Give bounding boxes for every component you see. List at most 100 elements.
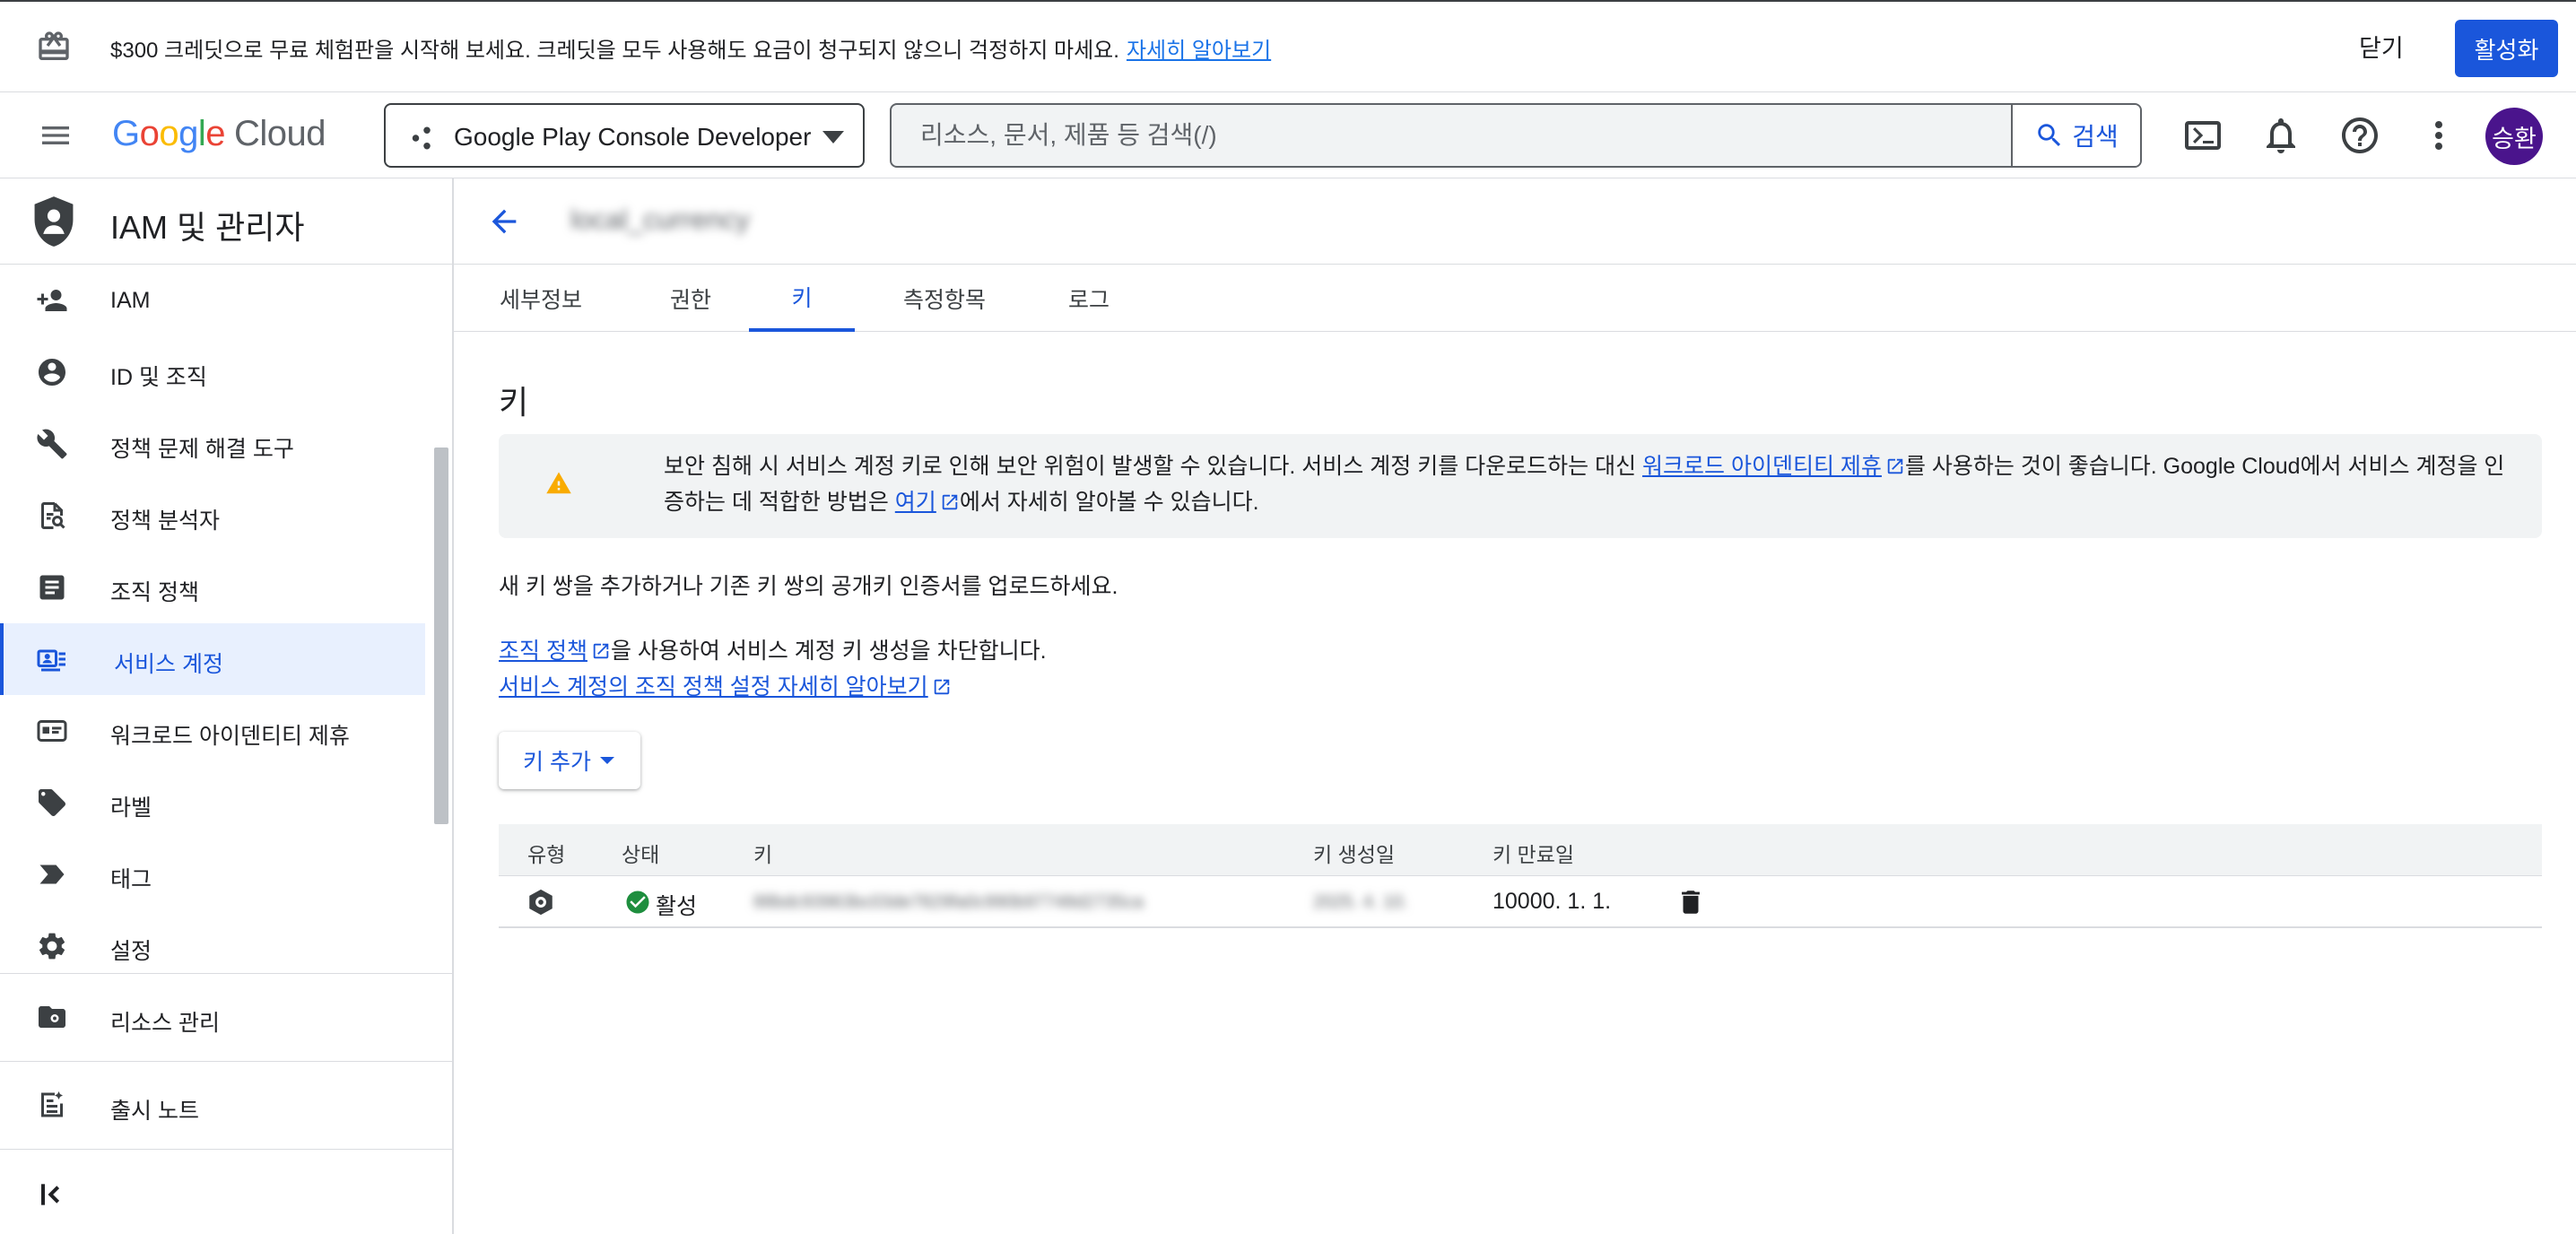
tab-logs[interactable]: 로그 — [1064, 265, 1114, 332]
caret-down-icon — [599, 757, 614, 764]
column-header-type: 유형 — [527, 843, 566, 866]
sidebar-item-settings[interactable]: 설정 — [0, 910, 425, 973]
person-add-icon — [37, 290, 67, 311]
search-icon — [2038, 124, 2061, 147]
notifications-bell-icon[interactable] — [2259, 114, 2302, 157]
sidebar-item-identity[interactable]: ID 및 조직 — [0, 336, 425, 408]
promo-message: $300 크레딧으로 무료 체험판을 시작해 보세요. 크레딧을 모두 사용해도… — [110, 39, 1272, 63]
sidebar-title: IAM 및 관리자 — [110, 209, 305, 246]
column-header-key: 키 — [753, 843, 773, 866]
sidebar-header: IAM 및 관리자 — [0, 178, 452, 265]
delete-icon[interactable] — [1675, 887, 1706, 917]
key-status: 활성 — [656, 894, 698, 919]
document-search-icon — [41, 502, 65, 529]
workload-identity-link[interactable]: 워크로드 아이덴티티 제휴 — [1642, 454, 1882, 479]
tab-metrics[interactable]: 측정항목 — [892, 265, 997, 332]
chevron-down-icon — [822, 131, 844, 143]
tab-details[interactable]: 세부정보 — [499, 265, 583, 332]
account-circle-icon — [39, 359, 65, 386]
column-header-status: 상태 — [622, 843, 660, 866]
shield-icon — [34, 196, 74, 247]
org-policy-line: 조직 정책 을 사용하여 서비스 계정 키 생성을 차단합니다. — [499, 639, 1047, 664]
table-header: 유형 상태 키 키 생성일 키 만료일 — [499, 824, 2542, 876]
org-policy-link[interactable]: 조직 정책 — [499, 639, 587, 664]
sidebar: IAM 및 관리자 IAM ID 및 조직 정책 문제 해결 도구 정책 분석자… — [0, 178, 454, 1234]
check-circle-icon — [626, 891, 649, 914]
keys-panel: 키 보안 침해 시 서비스 계정 키로 인해 보안 위험이 발생할 수 있습니다… — [454, 332, 2576, 1234]
tab-permissions[interactable]: 권한 — [660, 265, 721, 332]
here-link[interactable]: 여기 — [895, 490, 936, 515]
hamburger-menu-icon[interactable] — [36, 117, 75, 153]
activate-button[interactable]: 활성화 — [2455, 20, 2558, 77]
key-created-date: 2025. 4. 10. — [1313, 892, 1408, 912]
sidebar-scrollbar[interactable] — [434, 448, 448, 824]
arrow-back-icon[interactable] — [486, 204, 522, 239]
sidebar-item-resource-manage[interactable]: 리소스 관리 — [0, 973, 452, 1061]
sidebar-item-release-notes[interactable]: 출시 노트 — [0, 1061, 452, 1149]
cloud-shell-terminal-icon[interactable] — [2181, 114, 2224, 157]
table-row: 활성 88bdc93963bc03de7829fa0c990b97748d273… — [499, 876, 2542, 928]
learn-more-line: 서비스 계정의 조직 정책 설정 자세히 알아보기 — [499, 669, 952, 701]
key-id: 88bdc93963bc03de7829fa0c990b97748d2735ca — [753, 892, 1144, 912]
gift-icon — [39, 31, 69, 60]
keys-description: 새 키 쌍을 추가하거나 기존 키 쌍의 공개키 인증서를 업로드하세요. — [499, 574, 1118, 599]
collapse-sidebar-icon[interactable] — [34, 1177, 70, 1212]
google-cloud-logo[interactable]: Google Cloud — [112, 114, 326, 154]
search-input[interactable] — [892, 105, 2011, 166]
tag-arrow-icon — [39, 865, 65, 884]
sidebar-item-policy-analyzer[interactable]: 정책 분석자 — [0, 480, 425, 552]
sidebar-item-labels[interactable]: 라벨 — [0, 767, 425, 839]
promo-close-button[interactable]: 닫기 — [2359, 29, 2404, 64]
column-header-created: 키 생성일 — [1313, 843, 1396, 866]
open-in-new-icon — [1887, 458, 1903, 474]
label-icon — [39, 789, 65, 816]
sidebar-item-label: IAM — [110, 288, 151, 313]
warning-text: 보안 침해 시 서비스 계정 키로 인해 보안 위험이 발생할 수 있습니다. … — [664, 454, 2505, 515]
key-expiry-date: 10000. 1. 1. — [1493, 889, 1612, 914]
sidebar-item-workload-identity[interactable]: 워크로드 아이덴티티 제휴 — [0, 695, 425, 767]
sidebar-item-tags[interactable]: 태그 — [0, 839, 425, 910]
sidebar-item-org-policy[interactable]: 조직 정책 — [0, 552, 425, 623]
sidebar-item-label: 정책 분석자 — [110, 508, 220, 534]
sidebar-item-policy-troubleshooter[interactable]: 정책 문제 해결 도구 — [0, 408, 425, 480]
section-heading: 키 — [499, 384, 529, 421]
search-button[interactable]: 검색 — [2011, 105, 2140, 166]
promo-banner: $300 크레딧으로 무료 체험판을 시작해 보세요. 크레딧을 모두 사용해도… — [0, 0, 2576, 92]
search-bar: 검색 — [890, 103, 2142, 168]
column-header-expires: 키 만료일 — [1493, 843, 1575, 866]
sidebar-item-label: 워크로드 아이덴티티 제휴 — [110, 724, 350, 749]
sidebar-item-label: 정책 문제 해결 도구 — [110, 437, 294, 462]
id-card-icon — [37, 720, 67, 742]
main-content: local_currency 세부정보 권한 키 측정항목 로그 키 보안 침해… — [454, 178, 2576, 1234]
sidebar-item-label: 출시 노트 — [110, 1099, 199, 1124]
page-header: local_currency — [454, 178, 2576, 265]
sidebar-item-iam[interactable]: IAM — [0, 265, 425, 336]
avatar[interactable]: 승환 — [2485, 108, 2543, 165]
tab-bar: 세부정보 권한 키 측정항목 로그 — [454, 265, 2576, 332]
sidebar-item-label: 라벨 — [110, 795, 152, 821]
wrench-icon — [37, 429, 67, 459]
release-notes-icon — [41, 1091, 63, 1117]
sidebar-item-label: 조직 정책 — [110, 580, 199, 605]
tab-keys[interactable]: 키 — [749, 265, 855, 332]
org-policy-learn-more-link[interactable]: 서비스 계정의 조직 정책 설정 자세히 알아보기 — [499, 674, 928, 700]
add-key-button[interactable]: 키 추가 — [499, 732, 640, 789]
project-name: Google Play Console Developer — [454, 123, 812, 151]
sidebar-item-label: 서비스 계정 — [114, 652, 223, 677]
page-title: local_currency — [570, 204, 750, 235]
promo-learn-more-link[interactable]: 자세히 알아보기 — [1127, 39, 1271, 63]
key-type-icon — [529, 889, 553, 916]
project-dots-icon — [412, 126, 431, 150]
sidebar-footer — [0, 1149, 452, 1234]
open-in-new-icon — [593, 643, 609, 659]
sidebar-item-label: 리소스 관리 — [110, 1011, 220, 1036]
help-icon[interactable] — [2338, 114, 2381, 157]
more-vert-icon[interactable] — [2417, 114, 2460, 157]
gear-icon — [39, 933, 65, 960]
sidebar-item-service-accounts[interactable]: 서비스 계정 — [0, 623, 425, 695]
folder-gear-icon — [39, 1006, 65, 1028]
project-selector[interactable]: Google Play Console Developer — [384, 103, 865, 168]
sidebar-item-label: ID 및 조직 — [110, 365, 207, 390]
security-warning-banner: 보안 침해 시 서비스 계정 키로 인해 보안 위험이 발생할 수 있습니다. … — [499, 434, 2542, 538]
sidebar-item-label: 태그 — [110, 867, 152, 892]
